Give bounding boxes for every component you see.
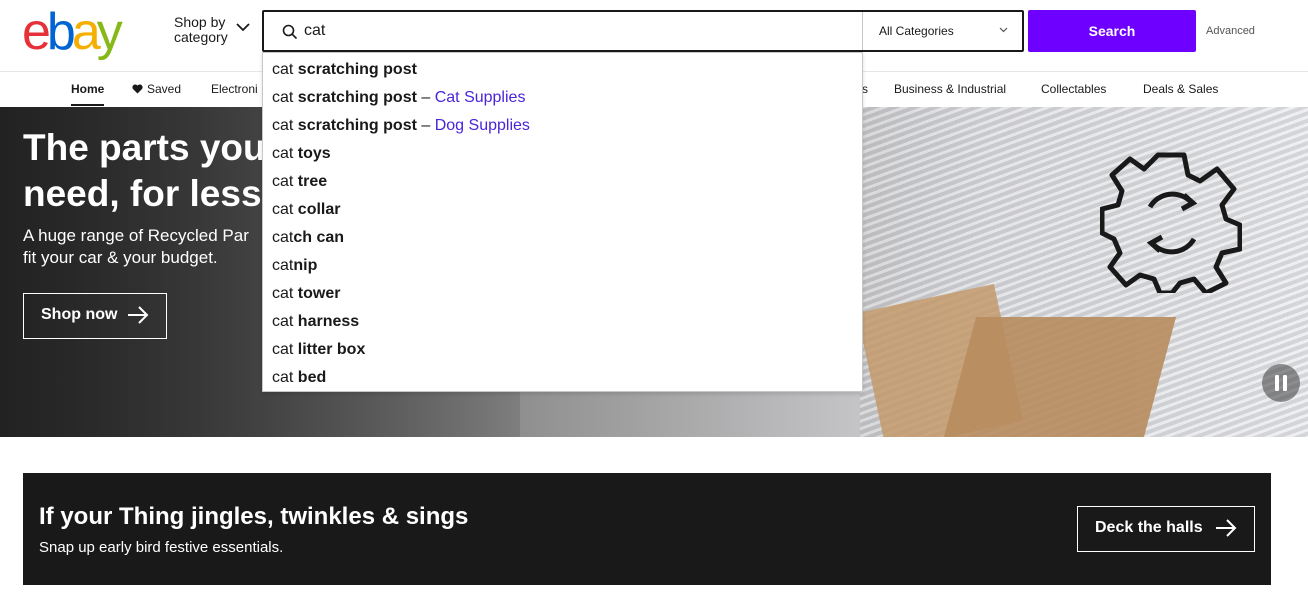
nav-item-collectables[interactable]: Collectables xyxy=(1041,82,1106,96)
banner-title: If your Thing jingles, twinkles & sings xyxy=(39,503,469,530)
suggestion-item[interactable]: cat toys xyxy=(272,144,331,172)
suggestion-prefix: cat xyxy=(272,89,294,106)
suggestion-completion: harness xyxy=(293,313,360,330)
suggestion-completion: litter box xyxy=(293,341,366,358)
suggestion-separator: – xyxy=(416,117,435,134)
suggestion-prefix: cat xyxy=(272,201,294,218)
hero-subtitle: A huge range of Recycled Par fit your ca… xyxy=(23,225,283,269)
suggestion-item[interactable]: cat tree xyxy=(272,172,327,200)
suggestion-prefix: cat xyxy=(272,369,294,386)
suggestion-item[interactable]: cat bed xyxy=(272,368,326,396)
deck-the-halls-label: Deck the halls xyxy=(1095,519,1203,536)
nav-item-electronics[interactable]: Electroni xyxy=(211,82,258,96)
logo-letter-y: y xyxy=(96,3,123,61)
advanced-search-link[interactable]: Advanced xyxy=(1206,25,1255,37)
deck-the-halls-button[interactable]: Deck the halls xyxy=(1077,506,1255,552)
nav-item-saved-label: Saved xyxy=(147,82,182,96)
suggestion-category: Cat Supplies xyxy=(434,89,526,106)
logo-letter-e: e xyxy=(22,3,51,61)
search-bar: All Categories xyxy=(262,10,1024,52)
suggestion-item[interactable]: cat scratching post – Dog Supplies xyxy=(272,116,530,144)
category-select[interactable]: All Categories xyxy=(862,12,1024,50)
suggestion-completion: scratching post xyxy=(293,117,417,134)
suggestion-prefix: cat xyxy=(272,341,294,358)
suggestion-completion: tower xyxy=(293,285,341,302)
suggestion-completion: toys xyxy=(293,145,331,162)
suggestion-prefix: cat xyxy=(272,285,294,302)
suggestion-prefix: cat xyxy=(272,257,294,274)
suggestion-item[interactable]: cat tower xyxy=(272,284,340,312)
recycle-gear-icon xyxy=(1100,152,1242,293)
pause-icon xyxy=(1283,375,1287,391)
suggestion-completion: bed xyxy=(293,369,327,386)
logo-letter-b: b xyxy=(46,3,76,61)
shop-by-label-line2: category xyxy=(174,29,228,45)
suggestion-prefix: cat xyxy=(272,61,294,78)
pause-icon xyxy=(1275,375,1279,391)
suggestion-completion: tree xyxy=(293,173,328,190)
suggestion-item[interactable]: cat litter box xyxy=(272,340,365,368)
shop-now-button[interactable]: Shop now xyxy=(23,293,167,339)
suggestion-prefix: cat xyxy=(272,229,294,246)
arrow-right-icon xyxy=(1216,519,1237,537)
category-select-label: All Categories xyxy=(879,24,954,38)
suggestion-completion: scratching post xyxy=(293,89,417,106)
nav-item-saved[interactable]: Saved xyxy=(132,82,181,96)
suggestion-separator: – xyxy=(416,89,435,106)
logo-letter-a: a xyxy=(71,3,101,61)
search-suggestions-dropdown: cat scratching post cat scratching post … xyxy=(262,52,863,392)
nav-item-business-industrial[interactable]: Business & Industrial xyxy=(894,82,1006,96)
search-icon xyxy=(282,24,298,40)
chevron-down-icon xyxy=(999,27,1008,33)
suggestion-prefix: cat xyxy=(272,117,294,134)
suggestion-item[interactable]: cat scratching post – Cat Supplies xyxy=(272,88,525,116)
suggestion-item[interactable]: cat harness xyxy=(272,312,359,340)
search-input[interactable] xyxy=(304,20,844,42)
suggestion-completion: scratching post xyxy=(293,61,417,78)
suggestion-item[interactable]: cat scratching post xyxy=(272,60,417,88)
suggestion-item[interactable]: catnip xyxy=(272,256,317,284)
nav-item-deals-sales[interactable]: Deals & Sales xyxy=(1143,82,1218,96)
ebay-logo[interactable]: ebay xyxy=(22,3,123,61)
hero-subtitle-line1: A huge range of Recycled Par xyxy=(23,226,249,245)
suggestion-item[interactable]: cat collar xyxy=(272,200,340,228)
heart-icon xyxy=(132,84,143,94)
carousel-pause-button[interactable] xyxy=(1262,364,1300,402)
hero-subtitle-line2: fit your car & your budget. xyxy=(23,248,218,267)
shop-by-category-button[interactable]: Shop by category xyxy=(174,15,254,45)
suggestion-prefix: cat xyxy=(272,145,294,162)
chevron-down-icon xyxy=(236,23,250,32)
suggestion-category: Dog Supplies xyxy=(434,117,530,134)
suggestion-prefix: cat xyxy=(272,173,294,190)
banner-subtitle: Snap up early bird festive essentials. xyxy=(39,539,284,556)
search-button[interactable]: Search xyxy=(1028,10,1196,52)
suggestion-item[interactable]: catch can xyxy=(272,228,344,256)
suggestion-completion: ch can xyxy=(293,229,345,246)
hero-image-box xyxy=(943,317,1177,437)
promo-banner: If your Thing jingles, twinkles & sings … xyxy=(23,473,1271,585)
nav-item-home[interactable]: Home xyxy=(71,82,105,106)
suggestion-completion: nip xyxy=(293,257,318,274)
suggestion-prefix: cat xyxy=(272,313,294,330)
arrow-right-icon xyxy=(128,306,149,324)
shop-now-label: Shop now xyxy=(41,306,118,323)
suggestion-completion: collar xyxy=(293,201,341,218)
